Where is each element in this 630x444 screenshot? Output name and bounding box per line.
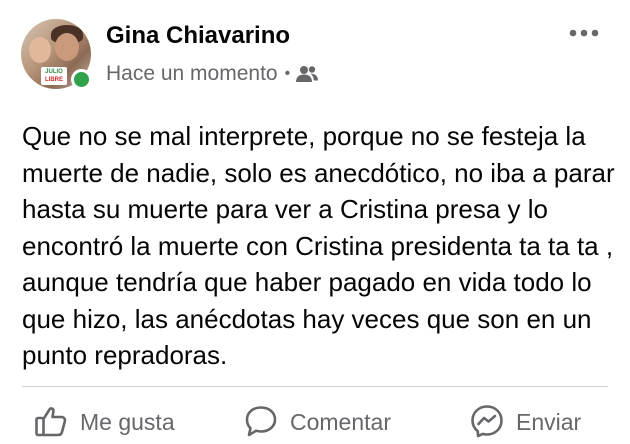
online-status-indicator — [71, 69, 92, 90]
avatar-badge: JULIO LIBRE — [41, 67, 67, 85]
messenger-icon — [470, 404, 504, 438]
thumbs-up-icon — [34, 404, 68, 438]
like-button[interactable]: Me gusta — [34, 404, 175, 444]
actions-divider — [22, 386, 608, 387]
like-label: Me gusta — [80, 409, 175, 435]
avatar-badge-line2: LIBRE — [45, 77, 63, 83]
facebook-post: JULIO LIBRE Gina Chiavarino Hace un mome… — [0, 0, 630, 439]
comment-button[interactable]: Comentar — [244, 404, 391, 444]
comment-label: Comentar — [290, 409, 391, 435]
avatar-badge-line1: JULIO — [45, 69, 63, 75]
more-options-button[interactable] — [562, 18, 606, 48]
meta-separator: • — [284, 65, 291, 82]
avatar-photo-detail — [29, 37, 51, 63]
post-header: JULIO LIBRE Gina Chiavarino Hace un mome… — [0, 0, 630, 100]
post-body-text: Que no se mal interprete, porque no se f… — [22, 121, 615, 370]
post-meta: Hace un momento • — [106, 60, 319, 88]
post-actions-bar: Me gusta Comentar Enviar — [0, 398, 630, 439]
friends-icon[interactable] — [295, 64, 319, 84]
post-timestamp[interactable]: Hace un momento — [106, 62, 278, 86]
avatar-photo-detail — [55, 33, 79, 61]
comment-bubble-icon — [244, 404, 278, 438]
send-button[interactable]: Enviar — [470, 404, 581, 444]
send-label: Enviar — [516, 409, 582, 435]
author-name[interactable]: Gina Chiavarino — [106, 22, 290, 50]
more-options-icon — [569, 29, 599, 37]
